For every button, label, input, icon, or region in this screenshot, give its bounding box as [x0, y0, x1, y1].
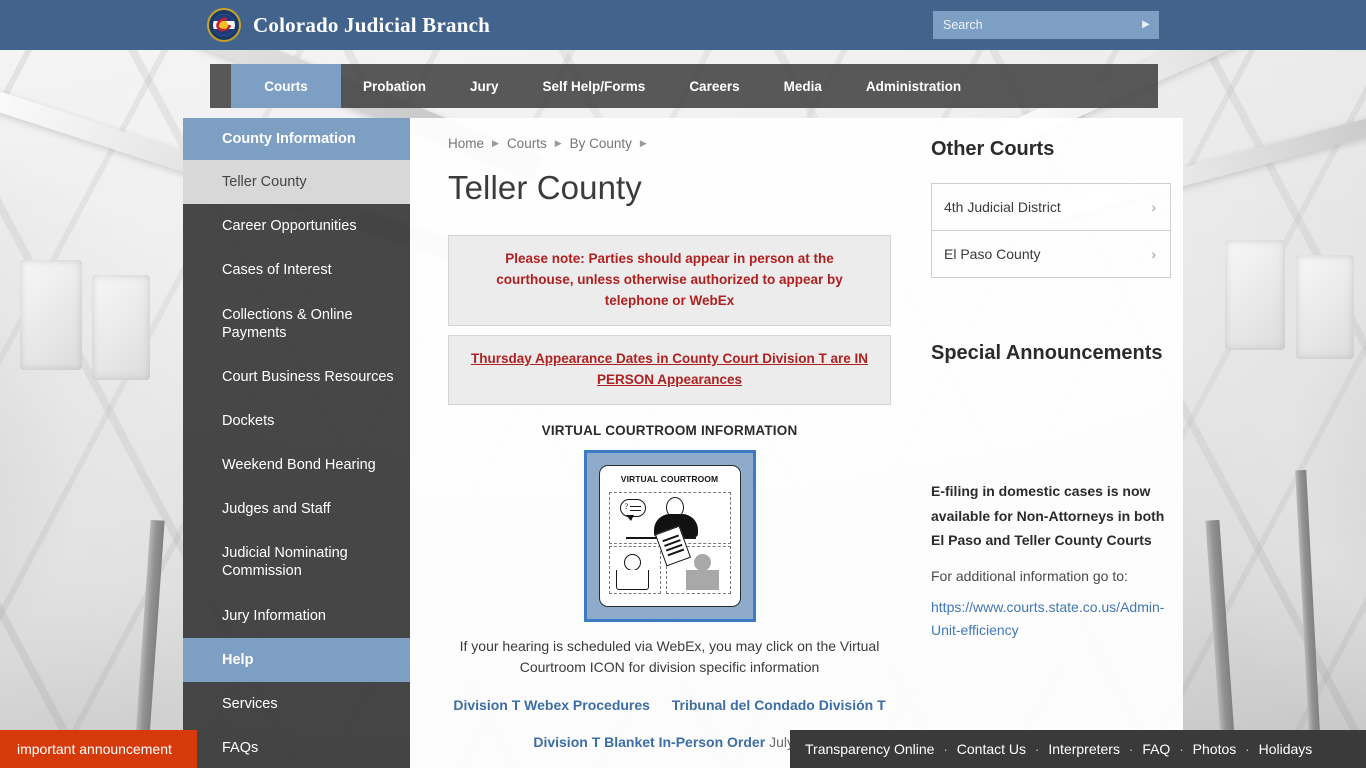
page-shell: County Information Teller County Career …	[183, 118, 1183, 768]
sidebar-item-court-business-resources[interactable]: Court Business Resources	[183, 355, 410, 399]
sidebar-item-help[interactable]: Help	[183, 637, 410, 682]
footer-link-faq[interactable]: FAQ	[1133, 741, 1179, 757]
division-links-row: Division T Webex Procedures Tribunal del…	[448, 694, 891, 718]
footer-link-transparency-online[interactable]: Transparency Online	[796, 741, 943, 757]
play-arrow-icon: ▶	[1142, 19, 1150, 30]
nav-item-administration[interactable]: Administration	[844, 64, 983, 108]
page-title: Teller County	[448, 169, 642, 206]
top-header: Colorado Judicial Branch ▶	[0, 0, 1366, 50]
main-content-column: Home ▶ Courts ▶ By County ▶ Teller Count…	[448, 136, 891, 768]
division-t-blanket-in-person-order-link[interactable]: Division T Blanket In-Person Order	[533, 734, 765, 750]
search-box[interactable]: ▶	[933, 11, 1159, 39]
sidebar-item-cases-of-interest[interactable]: Cases of Interest	[183, 248, 410, 292]
virtual-courtroom-note: If your hearing is scheduled via WebEx, …	[459, 637, 880, 675]
important-announcement-banner[interactable]: important announcement	[0, 730, 197, 768]
left-sidebar: County Information Teller County Career …	[183, 118, 410, 768]
sidebar-item-career-opportunities[interactable]: Career Opportunities	[183, 204, 410, 248]
notice-text-appearance: Please note: Parties should appear in pe…	[496, 251, 843, 308]
notice-box-thursday-appearance: Thursday Appearance Dates in County Cour…	[448, 334, 891, 405]
thursday-appearance-link[interactable]: Thursday Appearance Dates in County Cour…	[467, 349, 872, 391]
nav-item-courts[interactable]: Courts	[231, 64, 341, 108]
caret-right-icon: ▶	[492, 138, 499, 148]
breadcrumb-item-home[interactable]: Home	[448, 136, 484, 151]
announcement-subtext: For additional information go to:	[931, 567, 1128, 584]
sidebar-item-jury-information[interactable]: Jury Information	[183, 594, 410, 638]
sidebar-item-county-information[interactable]: County Information	[183, 118, 410, 161]
speech-bubble-icon: ?	[619, 498, 646, 521]
virtual-courtroom-image-wrap: VIRTUAL COURTROOM ?	[448, 449, 891, 622]
announcement-url[interactable]: https://www.courts.state.co.us/Admin-Uni…	[931, 596, 1171, 641]
notice-box-appearance: Please note: Parties should appear in pe…	[448, 235, 891, 326]
breadcrumb: Home ▶ Courts ▶ By County ▶	[448, 136, 891, 151]
nav-item-media[interactable]: Media	[762, 64, 844, 108]
main-navigation: Courts Probation Jury Self Help/Forms Ca…	[210, 64, 1158, 108]
virtual-courtroom-icon[interactable]: VIRTUAL COURTROOM ?	[583, 449, 756, 622]
caret-right-icon: ▶	[639, 138, 647, 148]
nav-item-careers[interactable]: Careers	[667, 64, 761, 108]
footer-bar: Transparency Online · Contact Us · Inter…	[790, 730, 1366, 768]
sidebar-item-judicial-nominating-commission[interactable]: Judicial Nominating Commission	[183, 531, 410, 593]
tribunal-del-condado-division-t-link[interactable]: Tribunal del Condado División T	[672, 697, 886, 713]
other-court-4th-judicial-district[interactable]: 4th Judicial District ›	[931, 183, 1171, 230]
breadcrumb-item-courts[interactable]: Courts	[507, 136, 547, 151]
announcement-title: E-filing in domestic cases is now availa…	[931, 483, 1165, 548]
other-courts-title: Other Courts	[931, 138, 1055, 160]
footer-link-holidays[interactable]: Holidays	[1250, 741, 1322, 757]
nav-item-self-help-forms[interactable]: Self Help/Forms	[521, 64, 668, 108]
caret-right-icon: ▶	[554, 138, 562, 148]
other-court-label: 4th Judicial District	[944, 199, 1061, 215]
sidebar-item-collections-online-payments[interactable]: Collections & Online Payments	[183, 293, 410, 355]
sidebar-item-dockets[interactable]: Dockets	[183, 399, 410, 443]
right-aside-column: Other Courts 4th Judicial District › El …	[931, 136, 1171, 768]
virtual-courtroom-image-label: VIRTUAL COURTROOM	[620, 473, 719, 484]
sidebar-item-services[interactable]: Services	[183, 682, 410, 726]
sidebar-item-judges-and-staff[interactable]: Judges and Staff	[183, 487, 410, 531]
other-court-el-paso-county[interactable]: El Paso County ›	[931, 230, 1171, 278]
sidebar-item-teller-county[interactable]: Teller County	[183, 160, 410, 205]
division-t-webex-procedures-link[interactable]: Division T Webex Procedures	[453, 697, 650, 713]
other-court-label: El Paso County	[944, 246, 1041, 262]
breadcrumb-item-by-county[interactable]: By County	[570, 136, 632, 151]
brand-title: Colorado Judicial Branch	[253, 12, 490, 37]
footer-link-contact-us[interactable]: Contact Us	[948, 741, 1035, 757]
footer-link-photos[interactable]: Photos	[1184, 741, 1246, 757]
important-announcement-label: important announcement	[17, 741, 172, 757]
chevron-right-icon: ›	[1151, 246, 1156, 262]
footer-link-interpreters[interactable]: Interpreters	[1039, 741, 1129, 757]
virtual-courtroom-heading: VIRTUAL COURTROOM INFORMATION	[541, 422, 798, 438]
sidebar-item-faqs[interactable]: FAQs	[183, 726, 410, 768]
nav-item-jury[interactable]: Jury	[448, 64, 521, 108]
colorado-judicial-seal-icon	[207, 8, 241, 42]
sidebar-item-weekend-bond-hearing[interactable]: Weekend Bond Hearing	[183, 443, 410, 487]
special-announcements-title: Special Announcements	[931, 342, 1163, 364]
search-input[interactable]	[933, 11, 1133, 39]
content-panel: Home ▶ Courts ▶ By County ▶ Teller Count…	[410, 118, 1183, 768]
search-submit-button[interactable]: ▶	[1133, 11, 1159, 39]
brand-home-link[interactable]: Colorado Judicial Branch	[207, 0, 490, 50]
nav-item-probation[interactable]: Probation	[341, 64, 448, 108]
chevron-right-icon: ›	[1151, 199, 1156, 215]
